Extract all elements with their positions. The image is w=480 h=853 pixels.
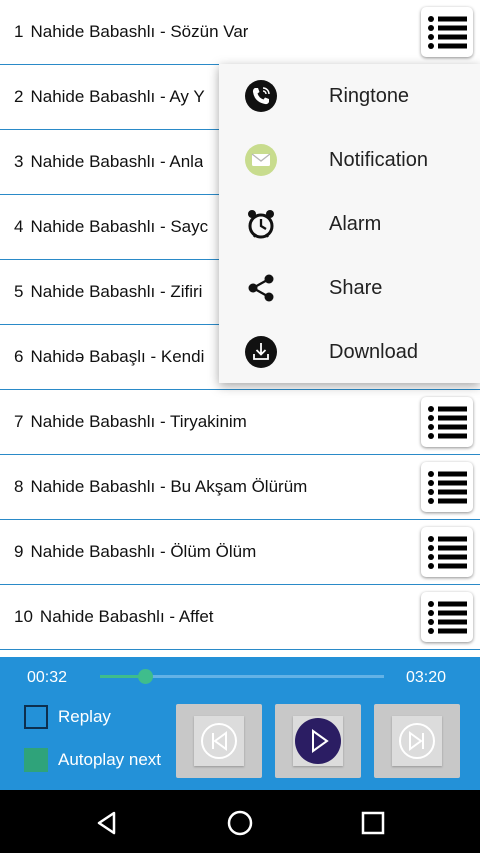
song-title: Nahide Babashlı - Zifiri	[30, 282, 203, 301]
popup-item-label: Notification	[329, 148, 428, 171]
previous-button-face	[194, 716, 244, 766]
list-menu-icon	[428, 536, 467, 569]
song-label: 6 Nahidə Babaşlı - Kendi	[0, 347, 204, 367]
autoplay-checkbox[interactable]	[24, 748, 48, 772]
song-menu-button[interactable]	[421, 462, 473, 512]
seek-bar[interactable]	[100, 669, 384, 684]
popup-item-alarm[interactable]: Alarm	[219, 192, 480, 256]
player-panel: 00:32 03:20 Replay Autoplay next	[0, 657, 480, 790]
song-options-popup: Ringtone Notification Alarm Share Downlo…	[219, 64, 480, 383]
skip-previous-icon	[201, 723, 237, 759]
song-row[interactable]: 10 Nahide Babashlı - Affet	[0, 585, 480, 650]
popup-item-label: Download	[329, 340, 418, 363]
popup-item-label: Alarm	[329, 212, 382, 235]
popup-item-notification[interactable]: Notification	[219, 128, 480, 192]
song-title: Nahide Babashlı - Bu Akşam Ölürüm	[30, 477, 308, 496]
popup-item-share[interactable]: Share	[219, 256, 480, 320]
play-button-face	[293, 716, 343, 766]
recents-icon[interactable]	[358, 808, 388, 838]
song-title: Nahide Babashlı - Sözün Var	[30, 22, 249, 41]
song-menu-button[interactable]	[421, 592, 473, 642]
song-menu-button[interactable]	[421, 397, 473, 447]
song-menu-button[interactable]	[421, 527, 473, 577]
song-number: 5	[14, 282, 24, 301]
popup-item-ringtone[interactable]: Ringtone	[219, 64, 480, 128]
replay-toggle[interactable]: Replay	[24, 705, 111, 729]
song-label: 1 Nahide Babashlı - Sözün Var	[0, 22, 248, 42]
song-row[interactable]: 7 Nahide Babashlı - Tiryakinim	[0, 390, 480, 455]
song-number: 8	[14, 477, 24, 496]
autoplay-label: Autoplay next	[58, 750, 162, 769]
envelope-icon	[243, 142, 279, 178]
song-number: 1	[14, 22, 24, 41]
download-icon	[243, 334, 279, 370]
song-label: 2 Nahide Babashlı - Ay Y	[0, 87, 205, 107]
song-number: 4	[14, 217, 24, 236]
list-menu-icon	[428, 601, 467, 634]
popup-item-label: Ringtone	[329, 84, 410, 107]
alarm-clock-icon	[243, 206, 279, 242]
song-title: Nahide Babashlı - Ölüm Ölüm	[30, 542, 257, 561]
replay-checkbox[interactable]	[24, 705, 48, 729]
song-label: 9 Nahide Babashlı - Ölüm Ölüm	[0, 542, 256, 562]
song-row[interactable]: 8 Nahide Babashlı - Bu Akşam Ölürüm	[0, 455, 480, 520]
song-number: 7	[14, 412, 24, 431]
replay-label: Replay	[58, 707, 111, 726]
elapsed-time: 00:32	[27, 669, 68, 686]
phone-icon	[243, 78, 279, 114]
list-menu-icon	[428, 471, 467, 504]
next-button-face	[392, 716, 442, 766]
song-label: 4 Nahide Babashlı - Sayc	[0, 217, 208, 237]
list-menu-icon	[428, 16, 467, 49]
song-title: Nahide Babashlı - Ay Y	[30, 87, 205, 106]
back-icon[interactable]	[92, 808, 122, 838]
autoplay-toggle[interactable]: Autoplay next	[24, 748, 161, 772]
skip-next-icon	[399, 723, 435, 759]
share-icon	[243, 270, 279, 306]
song-title: Nahide Babashlı - Tiryakinim	[30, 412, 247, 431]
song-title: Nahide Babashlı - Anla	[30, 152, 204, 171]
popup-item-label: Share	[329, 276, 383, 299]
seek-bar-thumb[interactable]	[138, 669, 154, 684]
android-nav-bar	[0, 790, 480, 853]
song-number: 9	[14, 542, 24, 561]
home-icon[interactable]	[225, 808, 255, 838]
song-row[interactable]: 9 Nahide Babashlı - Ölüm Ölüm	[0, 520, 480, 585]
duration-time: 03:20	[406, 669, 447, 686]
song-number: 10	[14, 607, 33, 626]
song-number: 2	[14, 87, 24, 106]
popup-item-download[interactable]: Download	[219, 320, 480, 384]
song-label: 3 Nahide Babashlı - Anla	[0, 152, 203, 172]
song-label: 8 Nahide Babashlı - Bu Akşam Ölürüm	[0, 477, 307, 497]
song-label: 10 Nahide Babashlı - Affet	[0, 607, 214, 627]
play-icon	[295, 718, 341, 764]
song-title: Nahide Babashlı - Sayc	[30, 217, 209, 236]
song-menu-button[interactable]	[421, 7, 473, 57]
song-row[interactable]: 1 Nahide Babashlı - Sözün Var	[0, 0, 480, 65]
previous-button[interactable]	[176, 704, 262, 778]
list-menu-icon	[428, 406, 467, 439]
song-label: 5 Nahide Babashlı - Zifiri	[0, 282, 202, 302]
play-button[interactable]	[275, 704, 361, 778]
song-number: 3	[14, 152, 24, 171]
song-label: 7 Nahide Babashlı - Tiryakinim	[0, 412, 247, 432]
song-title: Nahide Babashlı - Affet	[39, 607, 214, 626]
song-number: 6	[14, 347, 24, 366]
next-button[interactable]	[374, 704, 460, 778]
song-title: Nahidə Babaşlı - Kendi	[30, 347, 205, 366]
